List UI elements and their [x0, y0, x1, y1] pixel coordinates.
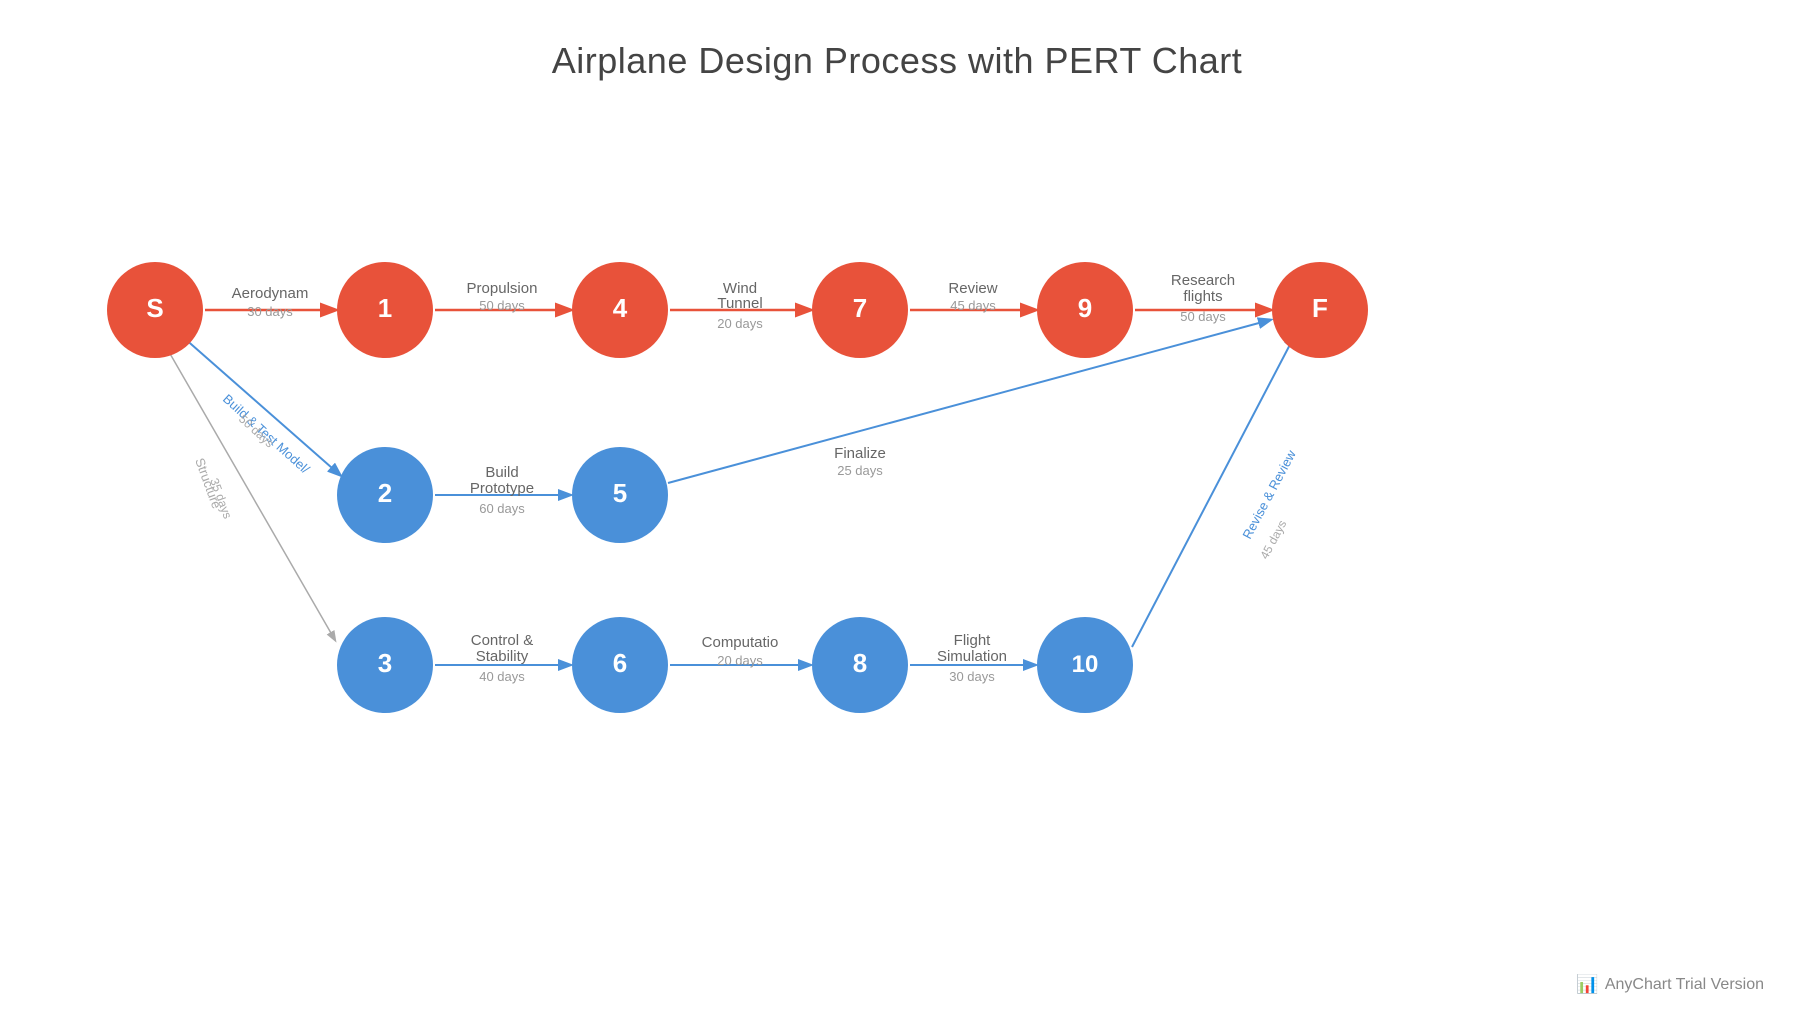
node-1-label: 1 — [378, 293, 392, 323]
node-S-label: S — [146, 293, 163, 323]
svg-text:30 days: 30 days — [247, 304, 293, 319]
svg-text:60 days: 60 days — [479, 501, 525, 516]
node-8-label: 8 — [853, 648, 867, 678]
svg-text:Research: Research — [1171, 272, 1235, 289]
svg-text:Prototype: Prototype — [470, 480, 534, 497]
watermark-icon: 📊 — [1576, 974, 1598, 995]
svg-text:flights: flights — [1183, 288, 1222, 305]
svg-text:Aerodynam: Aerodynam — [232, 285, 309, 302]
svg-text:Computatio: Computatio — [702, 634, 779, 651]
svg-text:40 days: 40 days — [479, 669, 525, 684]
watermark: 📊 AnyChart Trial Version — [1576, 974, 1764, 995]
svg-text:50 days: 50 days — [1180, 309, 1226, 324]
svg-text:Stability: Stability — [476, 648, 529, 665]
node-4-label: 4 — [613, 293, 628, 323]
node-7-label: 7 — [853, 293, 867, 323]
node-10-label: 10 — [1072, 651, 1099, 678]
node-2-label: 2 — [378, 478, 392, 508]
svg-text:Revise & Review: Revise & Review — [1239, 447, 1299, 541]
svg-text:50 days: 50 days — [479, 298, 525, 313]
svg-text:Tunnel: Tunnel — [717, 295, 762, 312]
svg-text:Propulsion: Propulsion — [467, 280, 538, 297]
svg-text:20 days: 20 days — [717, 653, 763, 668]
svg-text:30 days: 30 days — [949, 669, 995, 684]
watermark-text: AnyChart Trial Version — [1605, 976, 1764, 994]
svg-text:Build: Build — [485, 464, 518, 481]
svg-text:Control &: Control & — [471, 632, 534, 649]
node-9-label: 9 — [1078, 293, 1092, 323]
node-5-label: 5 — [613, 478, 627, 508]
svg-text:45 days: 45 days — [950, 298, 996, 313]
chart-area: Aerodynam 30 days Propulsion 50 days Win… — [0, 110, 1794, 980]
svg-text:25 days: 25 days — [837, 463, 883, 478]
svg-text:45 days: 45 days — [1257, 518, 1289, 562]
node-F-label: F — [1312, 293, 1328, 323]
svg-text:20 days: 20 days — [717, 316, 763, 331]
node-3-label: 3 — [378, 648, 392, 678]
svg-text:Simulation: Simulation — [937, 648, 1007, 665]
svg-text:Review: Review — [948, 280, 997, 297]
svg-text:Flight: Flight — [954, 632, 992, 649]
svg-text:Finalize: Finalize — [834, 445, 886, 462]
node-6-label: 6 — [613, 648, 627, 678]
page-title: Airplane Design Process with PERT Chart — [0, 0, 1794, 82]
